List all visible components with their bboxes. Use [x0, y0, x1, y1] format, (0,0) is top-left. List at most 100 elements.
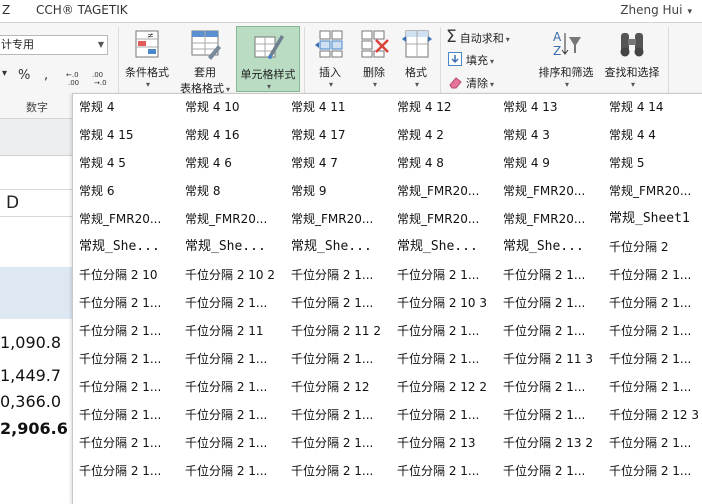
delete-button[interactable]: 删除 ▾	[354, 27, 394, 93]
cell-style-item[interactable]: 千位分隔 2 1...	[497, 402, 601, 428]
cell-style-item[interactable]: 千位分隔 2 1...	[603, 290, 702, 316]
cell-style-item[interactable]: 千位分隔 2 1...	[73, 430, 177, 456]
percent-button[interactable]: %	[18, 68, 30, 83]
fill-button[interactable]: 填充 ▾	[448, 51, 494, 71]
cell-style-item[interactable]: 千位分隔 2 1...	[73, 290, 177, 316]
cell-style-item[interactable]: 千位分隔 2 1...	[179, 458, 283, 484]
cell-style-item[interactable]: 常规_She...	[497, 234, 601, 260]
cell-style-item[interactable]: 常规 4 17	[285, 122, 389, 148]
cell-style-item[interactable]: 千位分隔 2 11	[179, 318, 283, 344]
cell-style-item[interactable]: 常规 4 16	[179, 122, 283, 148]
clear-button[interactable]: 清除 ▾	[448, 74, 494, 94]
cell-style-item[interactable]: 千位分隔 2 1...	[603, 318, 702, 344]
tab-partial[interactable]: Z	[2, 3, 10, 17]
cell-style-item[interactable]: 常规 4 14	[603, 94, 702, 120]
cell-style-item[interactable]: 千位分隔 2 1...	[603, 346, 702, 372]
format-as-table-button[interactable]: 套用 表格格式 ▾	[176, 27, 234, 97]
cell-style-item[interactable]: 千位分隔 2 1...	[285, 346, 389, 372]
cell-style-item[interactable]: 常规 4 13	[497, 94, 601, 120]
cell-style-item[interactable]: 千位分隔 2 1...	[497, 374, 601, 400]
cell-style-item[interactable]: 千位分隔 2 1...	[73, 346, 177, 372]
cell-style-item[interactable]: 常规 4 15	[73, 122, 177, 148]
cell-styles-button[interactable]: 单元格样式 ▾	[236, 26, 300, 92]
sort-filter-button[interactable]: A Z 排序和筛选 ▾	[534, 27, 598, 93]
cell-style-item[interactable]: 常规 4 9	[497, 150, 601, 176]
currency-dropdown-icon[interactable]: ▾	[2, 68, 7, 79]
comma-button[interactable]: ,	[44, 68, 48, 83]
cell-style-item[interactable]: 常规 4 8	[391, 150, 495, 176]
cell-style-item[interactable]: 千位分隔 2 1...	[73, 374, 177, 400]
cell-style-item[interactable]: 常规_FMR20...	[497, 178, 601, 204]
conditional-format-button[interactable]: ≠ 条件格式 ▾	[120, 27, 174, 93]
cell-style-item[interactable]: 千位分隔 2 1...	[179, 290, 283, 316]
cell-style-item[interactable]: 常规 9	[285, 178, 389, 204]
cell-style-item[interactable]: 千位分隔 2 1...	[285, 290, 389, 316]
cell-style-item[interactable]: 千位分隔 2 1...	[391, 402, 495, 428]
cell-style-item[interactable]: 千位分隔 2 1...	[285, 262, 389, 288]
cell-value-total[interactable]: 2,906.6	[0, 419, 68, 438]
cell-style-item[interactable]: 千位分隔 2 1...	[497, 262, 601, 288]
find-select-button[interactable]: 查找和选择 ▾	[600, 27, 664, 93]
cell-style-item[interactable]: 千位分隔 2 12 3	[603, 402, 702, 428]
cell-style-item[interactable]: 千位分隔 2 1...	[73, 318, 177, 344]
increase-decimal-button[interactable]: ←.0.00	[66, 70, 86, 88]
cell-style-item[interactable]: 千位分隔 2 1...	[179, 402, 283, 428]
cell-style-item[interactable]: 千位分隔 2	[603, 234, 702, 260]
cell-style-item[interactable]: 常规_She...	[391, 234, 495, 260]
cell-style-item[interactable]: 千位分隔 2 1...	[603, 430, 702, 456]
cell-style-item[interactable]: 千位分隔 2 1...	[391, 458, 495, 484]
cell-style-item[interactable]: 常规_FMR20...	[391, 206, 495, 232]
cell-style-item[interactable]: 常规 4 11	[285, 94, 389, 120]
cell-style-item[interactable]: 常规 4 5	[73, 150, 177, 176]
cell-style-item[interactable]: 常规 4 10	[179, 94, 283, 120]
number-format-select[interactable]: 计专用 ▼	[0, 35, 108, 55]
user-account[interactable]: Zheng Hui ▾	[620, 3, 692, 17]
cell-style-item[interactable]: 常规 4 7	[285, 150, 389, 176]
cell-style-item[interactable]: 常规 4 2	[391, 122, 495, 148]
cell-style-item[interactable]: 千位分隔 2 10	[73, 262, 177, 288]
insert-button[interactable]: 插入 ▾	[310, 27, 350, 93]
cell-style-item[interactable]: 千位分隔 2 13 2	[497, 430, 601, 456]
cell-style-item[interactable]: 常规 6	[73, 178, 177, 204]
cell-style-item[interactable]: 常规_FMR20...	[73, 206, 177, 232]
cell-style-item[interactable]: 常规_FMR20...	[179, 206, 283, 232]
cell-style-item[interactable]: 千位分隔 2 1...	[179, 374, 283, 400]
cell-style-item[interactable]: 千位分隔 2 1...	[285, 402, 389, 428]
cell-style-item[interactable]: 千位分隔 2 1...	[497, 290, 601, 316]
cell-style-item[interactable]: 常规_Sheet1	[603, 206, 702, 232]
cell-style-item[interactable]: 常规 4 4	[603, 122, 702, 148]
cell-style-item[interactable]: 常规 4 3	[497, 122, 601, 148]
cell-style-item[interactable]: 常规_FMR20...	[603, 178, 702, 204]
cell-style-item[interactable]: 常规 4	[73, 94, 177, 120]
tab-cch-tagetik[interactable]: CCH® TAGETIK	[36, 3, 128, 17]
cell-style-item[interactable]: 常规 8	[179, 178, 283, 204]
autosum-button[interactable]: Σ 自动求和 ▾	[446, 27, 510, 47]
cell-style-item[interactable]: 千位分隔 2 1...	[179, 346, 283, 372]
cell-style-item[interactable]: 常规 4 6	[179, 150, 283, 176]
cell-style-item[interactable]: 千位分隔 2 13	[391, 430, 495, 456]
cell-style-item[interactable]: 千位分隔 2 1...	[285, 430, 389, 456]
cell-style-item[interactable]: 千位分隔 2 1...	[603, 458, 702, 484]
cell-value[interactable]: 1,449.7	[0, 366, 61, 385]
cell-style-item[interactable]: 千位分隔 2 11 2	[285, 318, 389, 344]
cell-style-item[interactable]: 千位分隔 2 1...	[497, 458, 601, 484]
cell-style-item[interactable]: 千位分隔 2 12 2	[391, 374, 495, 400]
cell-style-item[interactable]: 常规 4 12	[391, 94, 495, 120]
cell-style-item[interactable]: 千位分隔 2 12	[285, 374, 389, 400]
cell-style-item[interactable]: 千位分隔 2 1...	[603, 262, 702, 288]
format-button[interactable]: 格式 ▾	[396, 27, 436, 93]
cell-value[interactable]: 0,366.0	[0, 392, 61, 411]
cell-style-item[interactable]: 千位分隔 2 10 3	[391, 290, 495, 316]
cell-style-item[interactable]: 常规_FMR20...	[497, 206, 601, 232]
cell-style-item[interactable]: 千位分隔 2 1...	[391, 346, 495, 372]
cell-style-item[interactable]: 常规 5	[603, 150, 702, 176]
column-header-d[interactable]: D	[0, 189, 72, 217]
cell-style-item[interactable]: 常规_She...	[73, 234, 177, 260]
cell-style-item[interactable]: 千位分隔 2 1...	[391, 262, 495, 288]
decrease-decimal-button[interactable]: .00 →.0	[92, 70, 112, 90]
cell-style-item[interactable]: 常规_FMR20...	[285, 206, 389, 232]
cell-style-item[interactable]: 千位分隔 2 1...	[603, 374, 702, 400]
cell-style-item[interactable]: 常规_FMR20...	[391, 178, 495, 204]
cell-value[interactable]: 1,090.8	[0, 333, 61, 352]
cell-style-item[interactable]: 常规_She...	[179, 234, 283, 260]
